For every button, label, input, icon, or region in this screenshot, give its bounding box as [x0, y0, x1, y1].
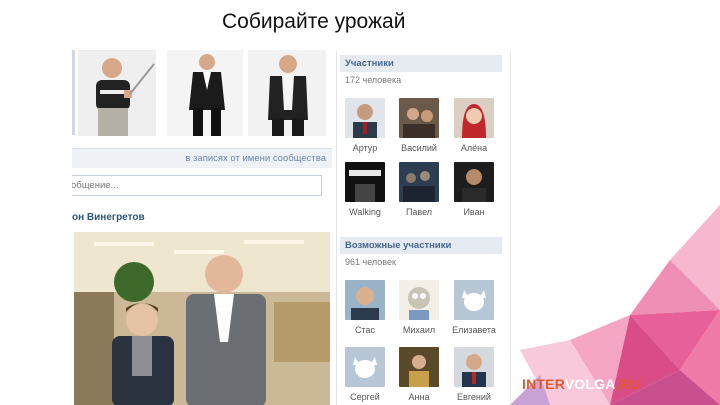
member-name[interactable]: Павел — [397, 207, 441, 217]
avatar[interactable] — [345, 98, 385, 138]
post-author[interactable]: он Винегретов — [72, 212, 145, 223]
avatar[interactable] — [454, 98, 494, 138]
member-card[interactable]: Алёна — [452, 98, 496, 153]
slide-title: Собирайте урожай — [222, 10, 406, 33]
cover-photo-man-suit[interactable] — [167, 50, 243, 136]
possible-members-count[interactable]: 961 человек — [345, 257, 396, 267]
avatar[interactable] — [454, 347, 494, 387]
member-card[interactable]: Стас — [343, 280, 387, 335]
post-photo[interactable] — [74, 232, 330, 405]
avatar[interactable] — [345, 162, 385, 202]
members-sidebar: Участники 172 человека Артур Василий Алё… — [340, 55, 502, 405]
cover-photo-man-jacket[interactable] — [248, 50, 326, 136]
possible-members-header-label[interactable]: Возможные участники — [345, 240, 451, 251]
post-scope-label[interactable]: в записях от имени сообщества — [185, 153, 326, 164]
member-name[interactable]: Василий — [397, 143, 441, 153]
post-scope-bar[interactable]: в записях от имени сообщества — [72, 148, 332, 168]
member-card[interactable]: Иван — [452, 162, 496, 217]
member-name[interactable]: Михаил — [397, 325, 441, 335]
member-name[interactable]: Анна — [397, 392, 441, 402]
column-divider — [336, 50, 337, 405]
member-name[interactable]: Сергей — [343, 392, 387, 402]
possible-members-header[interactable]: Возможные участники — [340, 237, 502, 254]
avatar[interactable] — [399, 162, 439, 202]
member-name[interactable]: Алёна — [452, 143, 496, 153]
member-card[interactable]: Анна — [397, 347, 441, 402]
decorative-polygons — [510, 205, 720, 405]
post-input[interactable]: общение... — [72, 175, 322, 196]
member-card[interactable]: Артур — [343, 98, 387, 153]
avatar[interactable] — [399, 280, 439, 320]
members-count[interactable]: 172 человека — [345, 75, 401, 85]
avatar[interactable] — [345, 280, 385, 320]
default-avatar-icon[interactable] — [454, 280, 494, 320]
members-header-label[interactable]: Участники — [345, 58, 394, 69]
member-name[interactable]: Стас — [343, 325, 387, 335]
member-card[interactable]: Михаил — [397, 280, 441, 335]
post-input-placeholder: общение... — [72, 180, 119, 191]
member-card[interactable]: Евгений — [452, 347, 496, 402]
wall-edge — [72, 50, 75, 135]
members-header[interactable]: Участники — [340, 55, 502, 72]
avatar[interactable] — [399, 347, 439, 387]
avatar[interactable] — [399, 98, 439, 138]
member-name[interactable]: Иван — [452, 207, 496, 217]
member-name[interactable]: Walking — [343, 207, 387, 217]
community-wall: в записях от имени сообщества общение...… — [72, 50, 332, 405]
member-card[interactable]: Walking — [343, 162, 387, 217]
avatar[interactable] — [454, 162, 494, 202]
cover-photo-golf[interactable] — [78, 50, 156, 136]
default-avatar-icon[interactable] — [345, 347, 385, 387]
page-edge-line — [510, 50, 511, 405]
member-card[interactable]: Елизавета — [452, 280, 496, 335]
member-name[interactable]: Евгений — [452, 392, 496, 402]
member-card[interactable]: Павел — [397, 162, 441, 217]
member-name[interactable]: Артур — [343, 143, 387, 153]
intervolga-logo: INTERVOLGA.RU — [522, 376, 641, 392]
member-name[interactable]: Елизавета — [452, 325, 496, 335]
member-card[interactable]: Василий — [397, 98, 441, 153]
member-card[interactable]: Сергей — [343, 347, 387, 402]
